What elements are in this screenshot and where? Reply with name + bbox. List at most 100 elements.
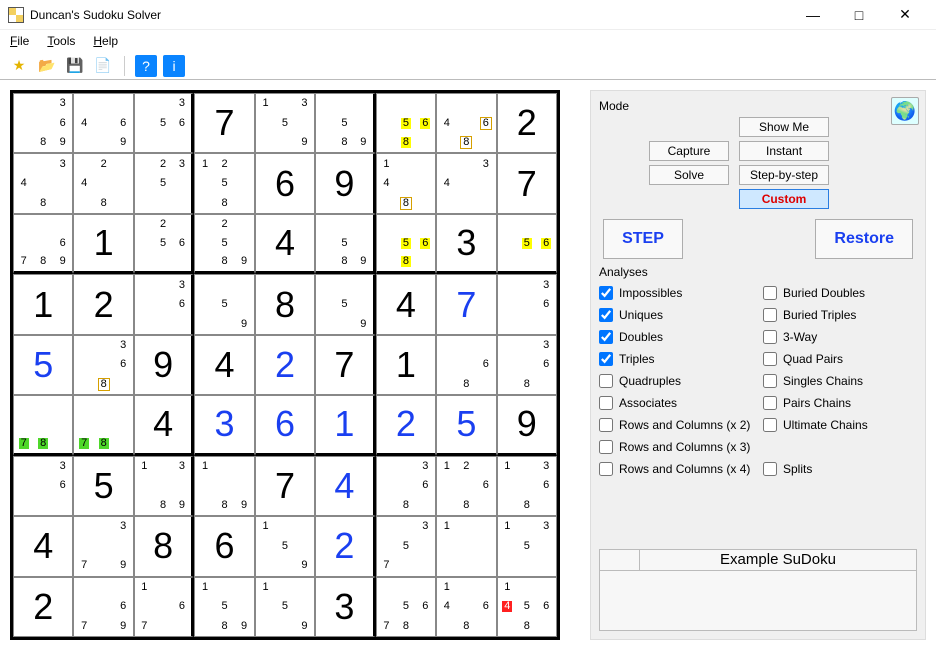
- cell[interactable]: 7: [436, 274, 496, 334]
- cell[interactable]: 4: [255, 214, 315, 274]
- analysis-checkbox[interactable]: [763, 330, 777, 344]
- cell[interactable]: 5678: [376, 577, 436, 637]
- cell[interactable]: 2589: [194, 214, 254, 274]
- cell[interactable]: 78: [13, 395, 73, 455]
- example-handle[interactable]: [600, 550, 640, 570]
- cell[interactable]: 4: [376, 274, 436, 334]
- analysis-checkbox[interactable]: [599, 418, 613, 432]
- cell[interactable]: 1: [315, 395, 375, 455]
- cell[interactable]: 7: [315, 335, 375, 395]
- cell[interactable]: 3689: [13, 93, 73, 153]
- cell[interactable]: 6: [194, 516, 254, 576]
- cell[interactable]: 9: [134, 335, 194, 395]
- analysis-option[interactable]: Uniques: [599, 305, 753, 325]
- cell[interactable]: 2: [497, 93, 557, 153]
- analysis-checkbox[interactable]: [599, 286, 613, 300]
- cell[interactable]: 1389: [134, 456, 194, 516]
- cell[interactable]: 5: [436, 395, 496, 455]
- cell[interactable]: 3: [315, 577, 375, 637]
- cell[interactable]: 6: [255, 153, 315, 213]
- cell[interactable]: 3: [436, 214, 496, 274]
- analysis-option[interactable]: Buried Triples: [763, 305, 917, 325]
- analysis-option[interactable]: Ultimate Chains: [763, 415, 917, 435]
- cell[interactable]: 1268: [436, 456, 496, 516]
- cell[interactable]: 9: [497, 395, 557, 455]
- cell[interactable]: 1: [13, 274, 73, 334]
- analysis-checkbox[interactable]: [599, 396, 613, 410]
- analysis-option[interactable]: Impossibles: [599, 283, 753, 303]
- cell[interactable]: 2: [376, 395, 436, 455]
- cell[interactable]: 2: [13, 577, 73, 637]
- menu-file[interactable]: File: [10, 34, 29, 48]
- solve-button[interactable]: Solve: [649, 165, 729, 185]
- analysis-checkbox[interactable]: [763, 396, 777, 410]
- cell[interactable]: 135: [497, 516, 557, 576]
- analysis-option[interactable]: Pairs Chains: [763, 393, 917, 413]
- maximize-button[interactable]: □: [836, 0, 882, 30]
- cell[interactable]: 7: [497, 153, 557, 213]
- capture-button[interactable]: Capture: [649, 141, 729, 161]
- analysis-checkbox[interactable]: [763, 352, 777, 366]
- analysis-option[interactable]: Rows and Columns (x 2): [599, 415, 753, 435]
- cell[interactable]: 248: [73, 153, 133, 213]
- restore-button[interactable]: Restore: [815, 219, 913, 259]
- cell[interactable]: 589: [315, 214, 375, 274]
- cell[interactable]: 469: [73, 93, 133, 153]
- analysis-checkbox[interactable]: [763, 462, 777, 476]
- save-icon[interactable]: 💾: [64, 55, 86, 77]
- open-icon[interactable]: 📂: [36, 55, 58, 77]
- cell[interactable]: 36: [497, 274, 557, 334]
- analysis-checkbox[interactable]: [763, 418, 777, 432]
- cell[interactable]: 14568: [497, 577, 557, 637]
- cell[interactable]: 6: [255, 395, 315, 455]
- cell[interactable]: 379: [73, 516, 133, 576]
- analysis-checkbox[interactable]: [599, 308, 613, 322]
- info-icon[interactable]: i: [163, 55, 185, 77]
- cell[interactable]: 167: [134, 577, 194, 637]
- analysis-option[interactable]: Triples: [599, 349, 753, 369]
- analysis-option[interactable]: Buried Doubles: [763, 283, 917, 303]
- cell[interactable]: 1368: [497, 456, 557, 516]
- analysis-checkbox[interactable]: [599, 462, 613, 476]
- step-button[interactable]: STEP: [603, 219, 683, 259]
- cell[interactable]: 8: [255, 274, 315, 334]
- globe-icon[interactable]: 🌍: [891, 97, 919, 125]
- cell[interactable]: 1: [73, 214, 133, 274]
- cell[interactable]: 357: [376, 516, 436, 576]
- menu-tools[interactable]: Tools: [47, 34, 75, 48]
- cell[interactable]: 148: [376, 153, 436, 213]
- cell[interactable]: 4: [194, 335, 254, 395]
- cell[interactable]: 256: [134, 214, 194, 274]
- cell[interactable]: 6789: [13, 214, 73, 274]
- cell[interactable]: 159: [255, 516, 315, 576]
- analysis-option[interactable]: Rows and Columns (x 3): [599, 437, 753, 457]
- cell[interactable]: 9: [315, 153, 375, 213]
- custom-button[interactable]: Custom: [739, 189, 829, 209]
- analysis-checkbox[interactable]: [599, 440, 613, 454]
- analysis-option[interactable]: Rows and Columns (x 4): [599, 459, 753, 479]
- analysis-option[interactable]: Singles Chains: [763, 371, 917, 391]
- cell[interactable]: 368: [497, 335, 557, 395]
- analysis-option[interactable]: Splits: [763, 459, 917, 479]
- cell[interactable]: 159: [255, 577, 315, 637]
- cell[interactable]: 235: [134, 153, 194, 213]
- cell[interactable]: 5: [73, 456, 133, 516]
- showme-button[interactable]: Show Me: [739, 117, 829, 137]
- analysis-checkbox[interactable]: [599, 374, 613, 388]
- favorite-icon[interactable]: ★: [8, 55, 30, 77]
- cell[interactable]: 59: [315, 274, 375, 334]
- analysis-checkbox[interactable]: [599, 330, 613, 344]
- analysis-option[interactable]: Associates: [599, 393, 753, 413]
- new-icon[interactable]: 📄: [92, 55, 114, 77]
- cell[interactable]: 36: [134, 274, 194, 334]
- cell[interactable]: 68: [436, 335, 496, 395]
- cell[interactable]: 4: [315, 456, 375, 516]
- cell[interactable]: 7: [255, 456, 315, 516]
- help-icon[interactable]: ?: [135, 55, 157, 77]
- analysis-option[interactable]: Quad Pairs: [763, 349, 917, 369]
- sudoku-board[interactable]: 3689469356713595895684682348248235125869…: [10, 90, 560, 640]
- cell[interactable]: 679: [73, 577, 133, 637]
- menu-help[interactable]: Help: [93, 34, 118, 48]
- cell[interactable]: 4: [13, 516, 73, 576]
- stepbystep-button[interactable]: Step-by-step: [739, 165, 829, 185]
